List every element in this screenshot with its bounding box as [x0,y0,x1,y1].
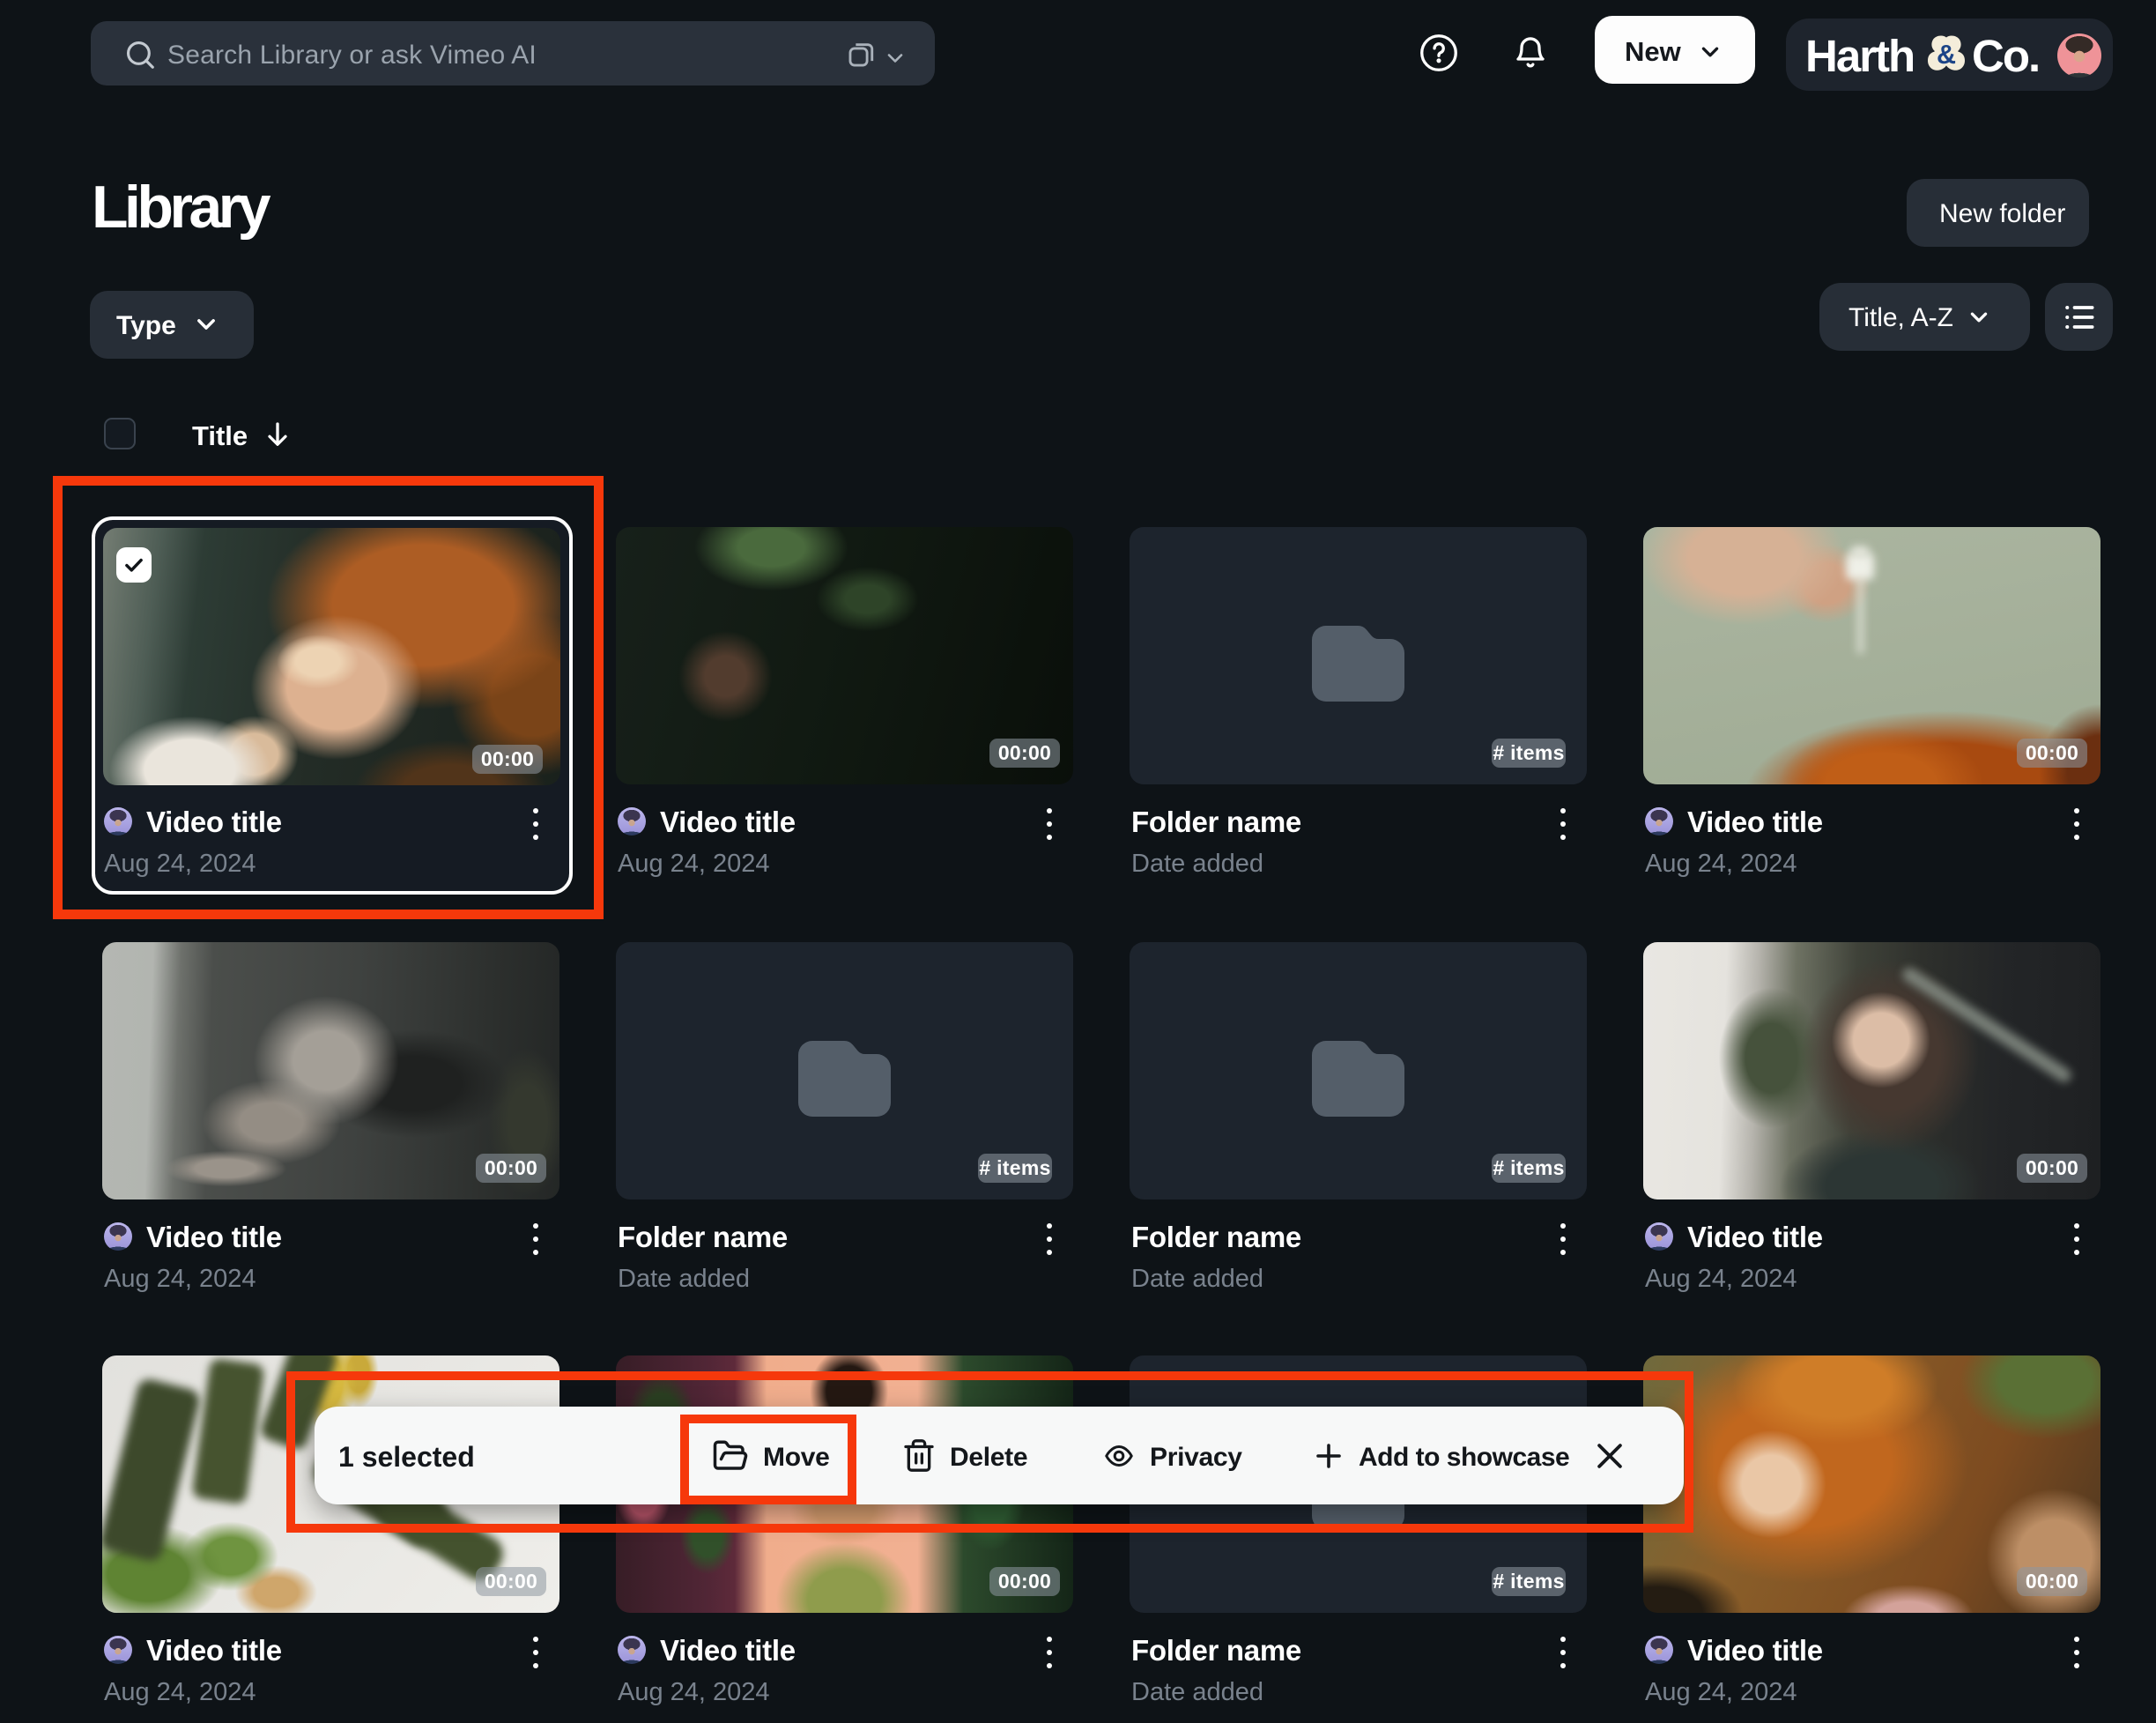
svg-text:&: & [1937,40,1956,70]
